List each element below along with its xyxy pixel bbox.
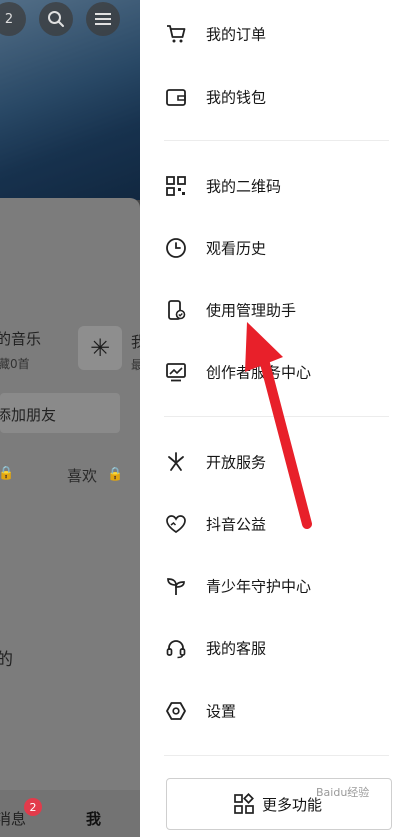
headset-icon xyxy=(164,636,188,660)
menu-item-label: 观看历史 xyxy=(206,239,267,258)
menu-item-qrcode[interactable]: 我的二维码 xyxy=(140,158,409,214)
menu-item-label: 创作者服务中心 xyxy=(206,363,312,382)
menu-icon xyxy=(95,13,111,25)
notification-count: 2 xyxy=(4,11,14,27)
search-icon xyxy=(48,11,64,27)
side-drawer-menu: 我的订单 我的钱包 我的二维码 观看历史 使用管理助手 创作者服务中心 开放服务… xyxy=(140,0,409,837)
menu-item-label: 青少年守护中心 xyxy=(206,577,312,596)
menu-item-label: 使用管理助手 xyxy=(206,301,297,320)
open-service-tile[interactable]: ✳ xyxy=(78,326,122,370)
phone-shield-icon xyxy=(164,298,188,322)
lock-icon: 🔒 xyxy=(0,466,15,481)
menu-item-label: 我的钱包 xyxy=(206,88,267,107)
more-features-label: 更多功能 xyxy=(262,796,323,814)
side-label: 我 xyxy=(131,333,140,351)
likes-tab[interactable]: 喜欢 xyxy=(67,465,97,486)
qrcode-icon xyxy=(164,174,188,198)
search-button[interactable] xyxy=(39,2,73,36)
menu-item-charity[interactable]: 抖音公益 xyxy=(140,496,409,552)
menu-item-youth-protection[interactable]: 青少年守护中心 xyxy=(140,558,409,614)
menu-item-usage-manager[interactable]: 使用管理助手 xyxy=(140,282,409,338)
watermark: Baidu经验 xyxy=(316,786,370,799)
wallet-icon xyxy=(164,85,188,109)
clock-icon xyxy=(164,236,188,260)
menu-item-settings[interactable]: 设置 xyxy=(140,683,409,739)
grid-icon xyxy=(233,793,255,815)
nav-messages[interactable]: 消息 xyxy=(0,808,26,829)
side-sub: 最 xyxy=(131,358,140,372)
menu-item-label: 设置 xyxy=(206,702,237,721)
nav-me[interactable]: 我 xyxy=(86,808,101,829)
monitor-chart-icon xyxy=(164,360,188,384)
likes-lock-icon: 🔒 xyxy=(107,467,124,482)
menu-item-label: 我的订单 xyxy=(206,25,267,44)
menu-item-label: 我的二维码 xyxy=(206,177,282,196)
menu-item-wallet[interactable]: 我的钱包 xyxy=(140,69,409,125)
menu-item-open-service[interactable]: 开放服务 xyxy=(140,434,409,490)
menu-item-orders[interactable]: 我的订单 xyxy=(140,6,409,62)
divider xyxy=(164,140,389,141)
menu-item-label: 我的客服 xyxy=(206,639,267,658)
partial-heading: 的 xyxy=(0,650,13,670)
sprout-icon xyxy=(164,574,188,598)
menu-item-label: 开放服务 xyxy=(206,453,267,472)
settings-hexagon-icon xyxy=(164,699,188,723)
cart-icon xyxy=(164,22,188,46)
menu-item-customer-service[interactable]: 我的客服 xyxy=(140,620,409,676)
profile-card xyxy=(0,198,140,837)
music-title: 的音乐 xyxy=(0,330,42,348)
asterisk-icon: ✳ xyxy=(89,334,111,362)
asterisk-icon xyxy=(164,450,188,474)
menu-item-history[interactable]: 观看历史 xyxy=(140,220,409,276)
divider xyxy=(164,755,389,756)
menu-button[interactable] xyxy=(86,2,120,36)
messages-badge: 2 xyxy=(24,798,42,816)
divider xyxy=(164,416,389,417)
menu-item-creator-center[interactable]: 创作者服务中心 xyxy=(140,344,409,400)
music-subtitle: 藏0首 xyxy=(0,357,30,371)
profile-background-panel: 2 的音乐 藏0首 ✳ 我 最 添加朋友 🔒 喜欢 🔒 的 消息 2 我 xyxy=(0,0,140,837)
menu-item-label: 抖音公益 xyxy=(206,515,267,534)
add-friend-label: 添加朋友 xyxy=(0,406,57,424)
heart-hands-icon xyxy=(164,512,188,536)
